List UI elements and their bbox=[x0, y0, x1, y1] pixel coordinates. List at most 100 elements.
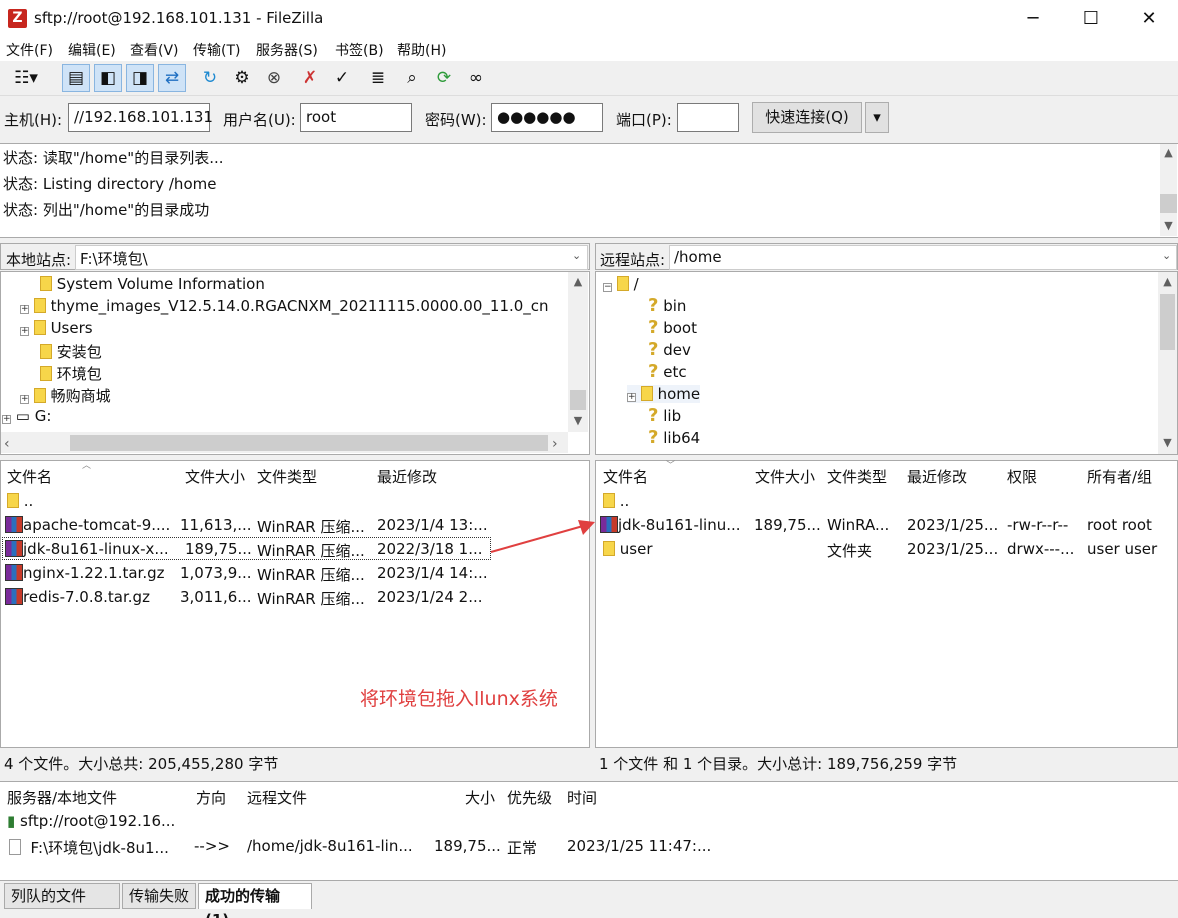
chevron-down-icon[interactable]: ⌄ bbox=[1162, 249, 1171, 262]
port-input[interactable] bbox=[677, 103, 739, 132]
queue-col-priority[interactable]: 优先级 bbox=[507, 787, 552, 808]
local-col-size[interactable]: 文件大小 bbox=[185, 466, 245, 487]
scroll-down-icon[interactable]: ▼ bbox=[1158, 436, 1177, 449]
local-col-name[interactable]: 文件名 bbox=[7, 466, 52, 487]
file-name: redis-7.0.8.tar.gz bbox=[23, 588, 150, 606]
remote-col-owner[interactable]: 所有者/组 bbox=[1087, 466, 1152, 487]
tab-successful[interactable]: 成功的传输 (1) bbox=[198, 883, 312, 918]
remote-col-permissions[interactable]: 权限 bbox=[1007, 466, 1037, 487]
collapse-icon[interactable]: − bbox=[603, 283, 612, 292]
local-path-input[interactable]: F:\环境包\ bbox=[75, 245, 588, 270]
tree-item[interactable]: + 畅购商城 bbox=[20, 385, 111, 406]
password-input[interactable]: ●●●●●● bbox=[491, 103, 603, 132]
menu-file[interactable]: 文件(F) bbox=[6, 40, 53, 60]
folder-icon bbox=[40, 366, 52, 381]
close-button[interactable]: ✕ bbox=[1120, 0, 1178, 37]
table-row[interactable]: .. bbox=[7, 492, 33, 510]
hscroll-thumb[interactable] bbox=[70, 435, 548, 451]
remote-col-name[interactable]: 文件名 bbox=[603, 466, 648, 487]
minimize-button[interactable]: ─ bbox=[1004, 0, 1062, 37]
tree-item[interactable]: ? boot bbox=[648, 317, 697, 338]
maximize-button[interactable]: ☐ bbox=[1062, 0, 1120, 37]
tree-item[interactable]: ? bin bbox=[648, 295, 686, 316]
table-row[interactable]: nginx-1.22.1.tar.gz bbox=[5, 564, 165, 582]
menu-edit[interactable]: 编辑(E) bbox=[68, 40, 116, 60]
table-row[interactable]: jdk-8u161-linux-x... bbox=[5, 540, 169, 558]
expand-icon[interactable]: + bbox=[2, 415, 11, 424]
search-icon[interactable]: ⌕ bbox=[398, 64, 426, 92]
remote-col-size[interactable]: 文件大小 bbox=[755, 466, 815, 487]
menu-bookmarks[interactable]: 书签(B) bbox=[335, 40, 384, 60]
tree-item[interactable]: ? lib bbox=[648, 405, 681, 426]
tree-item[interactable]: ? lib64 bbox=[648, 427, 700, 448]
disconnect-icon[interactable]: ✗ bbox=[296, 64, 324, 92]
binoculars-icon[interactable]: ∞ bbox=[462, 64, 490, 92]
menu-transfer[interactable]: 传输(T) bbox=[193, 40, 240, 60]
refresh-icon[interactable]: ↻ bbox=[196, 64, 224, 92]
username-input[interactable]: root bbox=[300, 103, 412, 132]
file-permissions: -rw-r--r-- bbox=[1007, 516, 1069, 534]
tree-item-selected[interactable]: + home bbox=[627, 385, 701, 403]
expand-icon[interactable]: + bbox=[627, 393, 636, 402]
reconnect-icon[interactable]: ✓ bbox=[328, 64, 356, 92]
tree-item[interactable]: + ▭ G: bbox=[2, 407, 51, 425]
scroll-down-icon[interactable]: ▼ bbox=[568, 414, 588, 427]
scroll-down-icon[interactable]: ▼ bbox=[1160, 219, 1177, 232]
queue-row[interactable]: F:\环境包\jdk-8u1... bbox=[9, 837, 169, 858]
queue-col-local[interactable]: 服务器/本地文件 bbox=[7, 787, 117, 808]
toggle-log-icon[interactable]: ▤ bbox=[62, 64, 90, 92]
quickconnect-button[interactable]: 快速连接(Q) bbox=[752, 102, 862, 133]
remote-col-type[interactable]: 文件类型 bbox=[827, 466, 887, 487]
queue-col-direction[interactable]: 方向 bbox=[196, 787, 226, 808]
local-col-type[interactable]: 文件类型 bbox=[257, 466, 317, 487]
scroll-thumb[interactable] bbox=[570, 390, 586, 410]
toggle-local-tree-icon[interactable]: ◧ bbox=[94, 64, 122, 92]
tree-item[interactable]: System Volume Information bbox=[40, 275, 265, 293]
toggle-remote-tree-icon[interactable]: ◨ bbox=[126, 64, 154, 92]
host-input[interactable]: //192.168.101.131 bbox=[68, 103, 213, 132]
chevron-down-icon[interactable]: ⌄ bbox=[572, 249, 581, 262]
scroll-thumb[interactable] bbox=[1160, 294, 1175, 350]
queue-col-time[interactable]: 时间 bbox=[567, 787, 597, 808]
cancel-icon[interactable]: ⊗ bbox=[260, 64, 288, 92]
queue-server-row[interactable]: ▮ sftp://root@192.16... bbox=[7, 812, 175, 830]
remote-path-input[interactable]: /home bbox=[669, 245, 1177, 270]
tree-item[interactable]: + Users bbox=[20, 319, 93, 337]
menu-view[interactable]: 查看(V) bbox=[130, 40, 179, 60]
scroll-up-icon[interactable]: ▲ bbox=[1160, 146, 1177, 159]
table-row[interactable]: redis-7.0.8.tar.gz bbox=[5, 588, 150, 606]
process-queue-icon[interactable]: ⚙ bbox=[228, 64, 256, 92]
expand-icon[interactable]: + bbox=[20, 327, 29, 336]
directory-filter-icon[interactable]: ≣ bbox=[364, 64, 392, 92]
tree-item[interactable]: ? etc bbox=[648, 361, 687, 382]
toggle-queue-icon[interactable]: ⇄ bbox=[158, 64, 186, 92]
remote-site-label: 远程站点: bbox=[600, 251, 666, 269]
tree-item[interactable]: ? dev bbox=[648, 339, 691, 360]
sync-browse-icon[interactable]: ⟳ bbox=[430, 64, 458, 92]
tab-queued[interactable]: 列队的文件 bbox=[4, 883, 120, 909]
expand-icon[interactable]: + bbox=[20, 305, 29, 314]
tree-item[interactable]: + thyme_images_V12.5.14.0.RGACNXM_202111… bbox=[20, 297, 549, 315]
table-row[interactable]: apache-tomcat-9.... bbox=[5, 516, 170, 534]
expand-icon[interactable]: + bbox=[20, 395, 29, 404]
local-col-modified[interactable]: 最近修改 bbox=[377, 466, 437, 487]
tab-failed[interactable]: 传输失败 bbox=[122, 883, 196, 909]
menu-help[interactable]: 帮助(H) bbox=[397, 40, 446, 60]
site-manager-icon[interactable]: ☷▾ bbox=[4, 64, 48, 92]
remote-col-modified[interactable]: 最近修改 bbox=[907, 466, 967, 487]
scroll-right-icon[interactable]: › bbox=[552, 436, 558, 452]
log-scroll-thumb[interactable] bbox=[1160, 194, 1177, 213]
tree-item[interactable]: 环境包 bbox=[40, 363, 102, 384]
tree-item[interactable]: − / bbox=[603, 275, 639, 293]
scroll-up-icon[interactable]: ▲ bbox=[1158, 275, 1177, 288]
table-row[interactable]: .. bbox=[603, 492, 629, 510]
queue-col-size[interactable]: 大小 bbox=[465, 787, 495, 808]
queue-col-remote[interactable]: 远程文件 bbox=[247, 787, 307, 808]
tree-item[interactable]: 安装包 bbox=[40, 341, 102, 362]
menu-server[interactable]: 服务器(S) bbox=[256, 40, 318, 60]
quickconnect-dropdown-icon[interactable]: ▾ bbox=[865, 102, 889, 133]
table-row[interactable]: user bbox=[603, 540, 653, 558]
scroll-up-icon[interactable]: ▲ bbox=[568, 275, 588, 288]
table-row[interactable]: jdk-8u161-linu... bbox=[600, 516, 741, 534]
scroll-left-icon[interactable]: ‹ bbox=[4, 436, 10, 452]
